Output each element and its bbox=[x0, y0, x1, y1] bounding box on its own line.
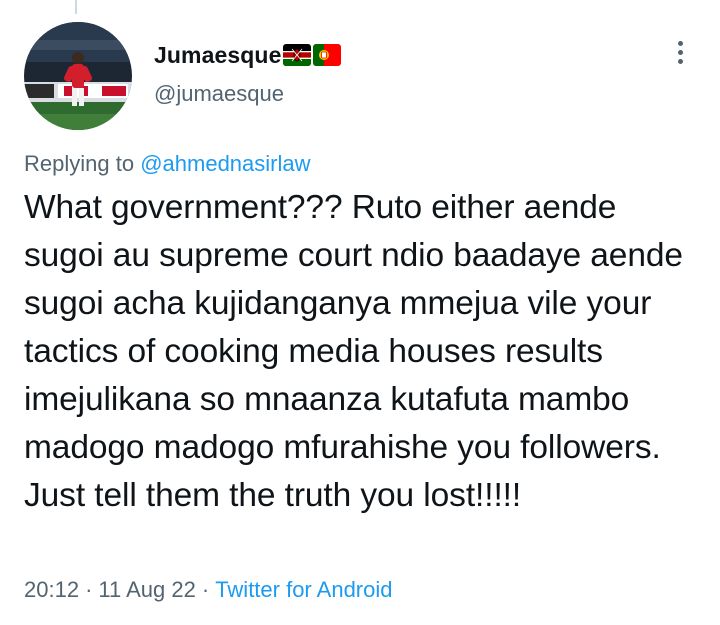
more-options-button[interactable] bbox=[670, 38, 690, 70]
portugal-flag-icon bbox=[313, 44, 342, 66]
avatar[interactable] bbox=[24, 22, 132, 130]
author-handle[interactable]: @jumaesque bbox=[154, 81, 284, 107]
kenya-flag-icon bbox=[283, 44, 312, 66]
tweet-time[interactable]: 20:12 bbox=[24, 577, 79, 602]
replying-to-label: Replying to bbox=[24, 151, 135, 176]
author-display-name[interactable]: Jumaesque bbox=[154, 42, 281, 69]
meta-separator: · bbox=[85, 577, 93, 602]
tweet-card: Jumaesque @jumaesque Replying to @ahmedn… bbox=[0, 0, 720, 625]
replying-to-line: Replying to @ahmednasirlaw bbox=[24, 151, 311, 177]
avatar-image bbox=[24, 22, 132, 130]
thread-connector-line bbox=[75, 0, 77, 14]
author-name-row: Jumaesque bbox=[154, 40, 342, 70]
tweet-date[interactable]: 11 Aug 22 bbox=[98, 577, 195, 602]
tweet-meta: 20:12 · 11 Aug 22 · Twitter for Android bbox=[24, 577, 393, 603]
meta-separator: · bbox=[201, 577, 210, 602]
tweet-text: What government??? Ruto either aende sug… bbox=[24, 189, 683, 514]
tweet-source-link[interactable]: Twitter for Android bbox=[215, 577, 392, 602]
vertical-ellipsis-icon bbox=[670, 41, 690, 64]
reply-mention-link[interactable]: @ahmednasirlaw bbox=[140, 151, 310, 176]
